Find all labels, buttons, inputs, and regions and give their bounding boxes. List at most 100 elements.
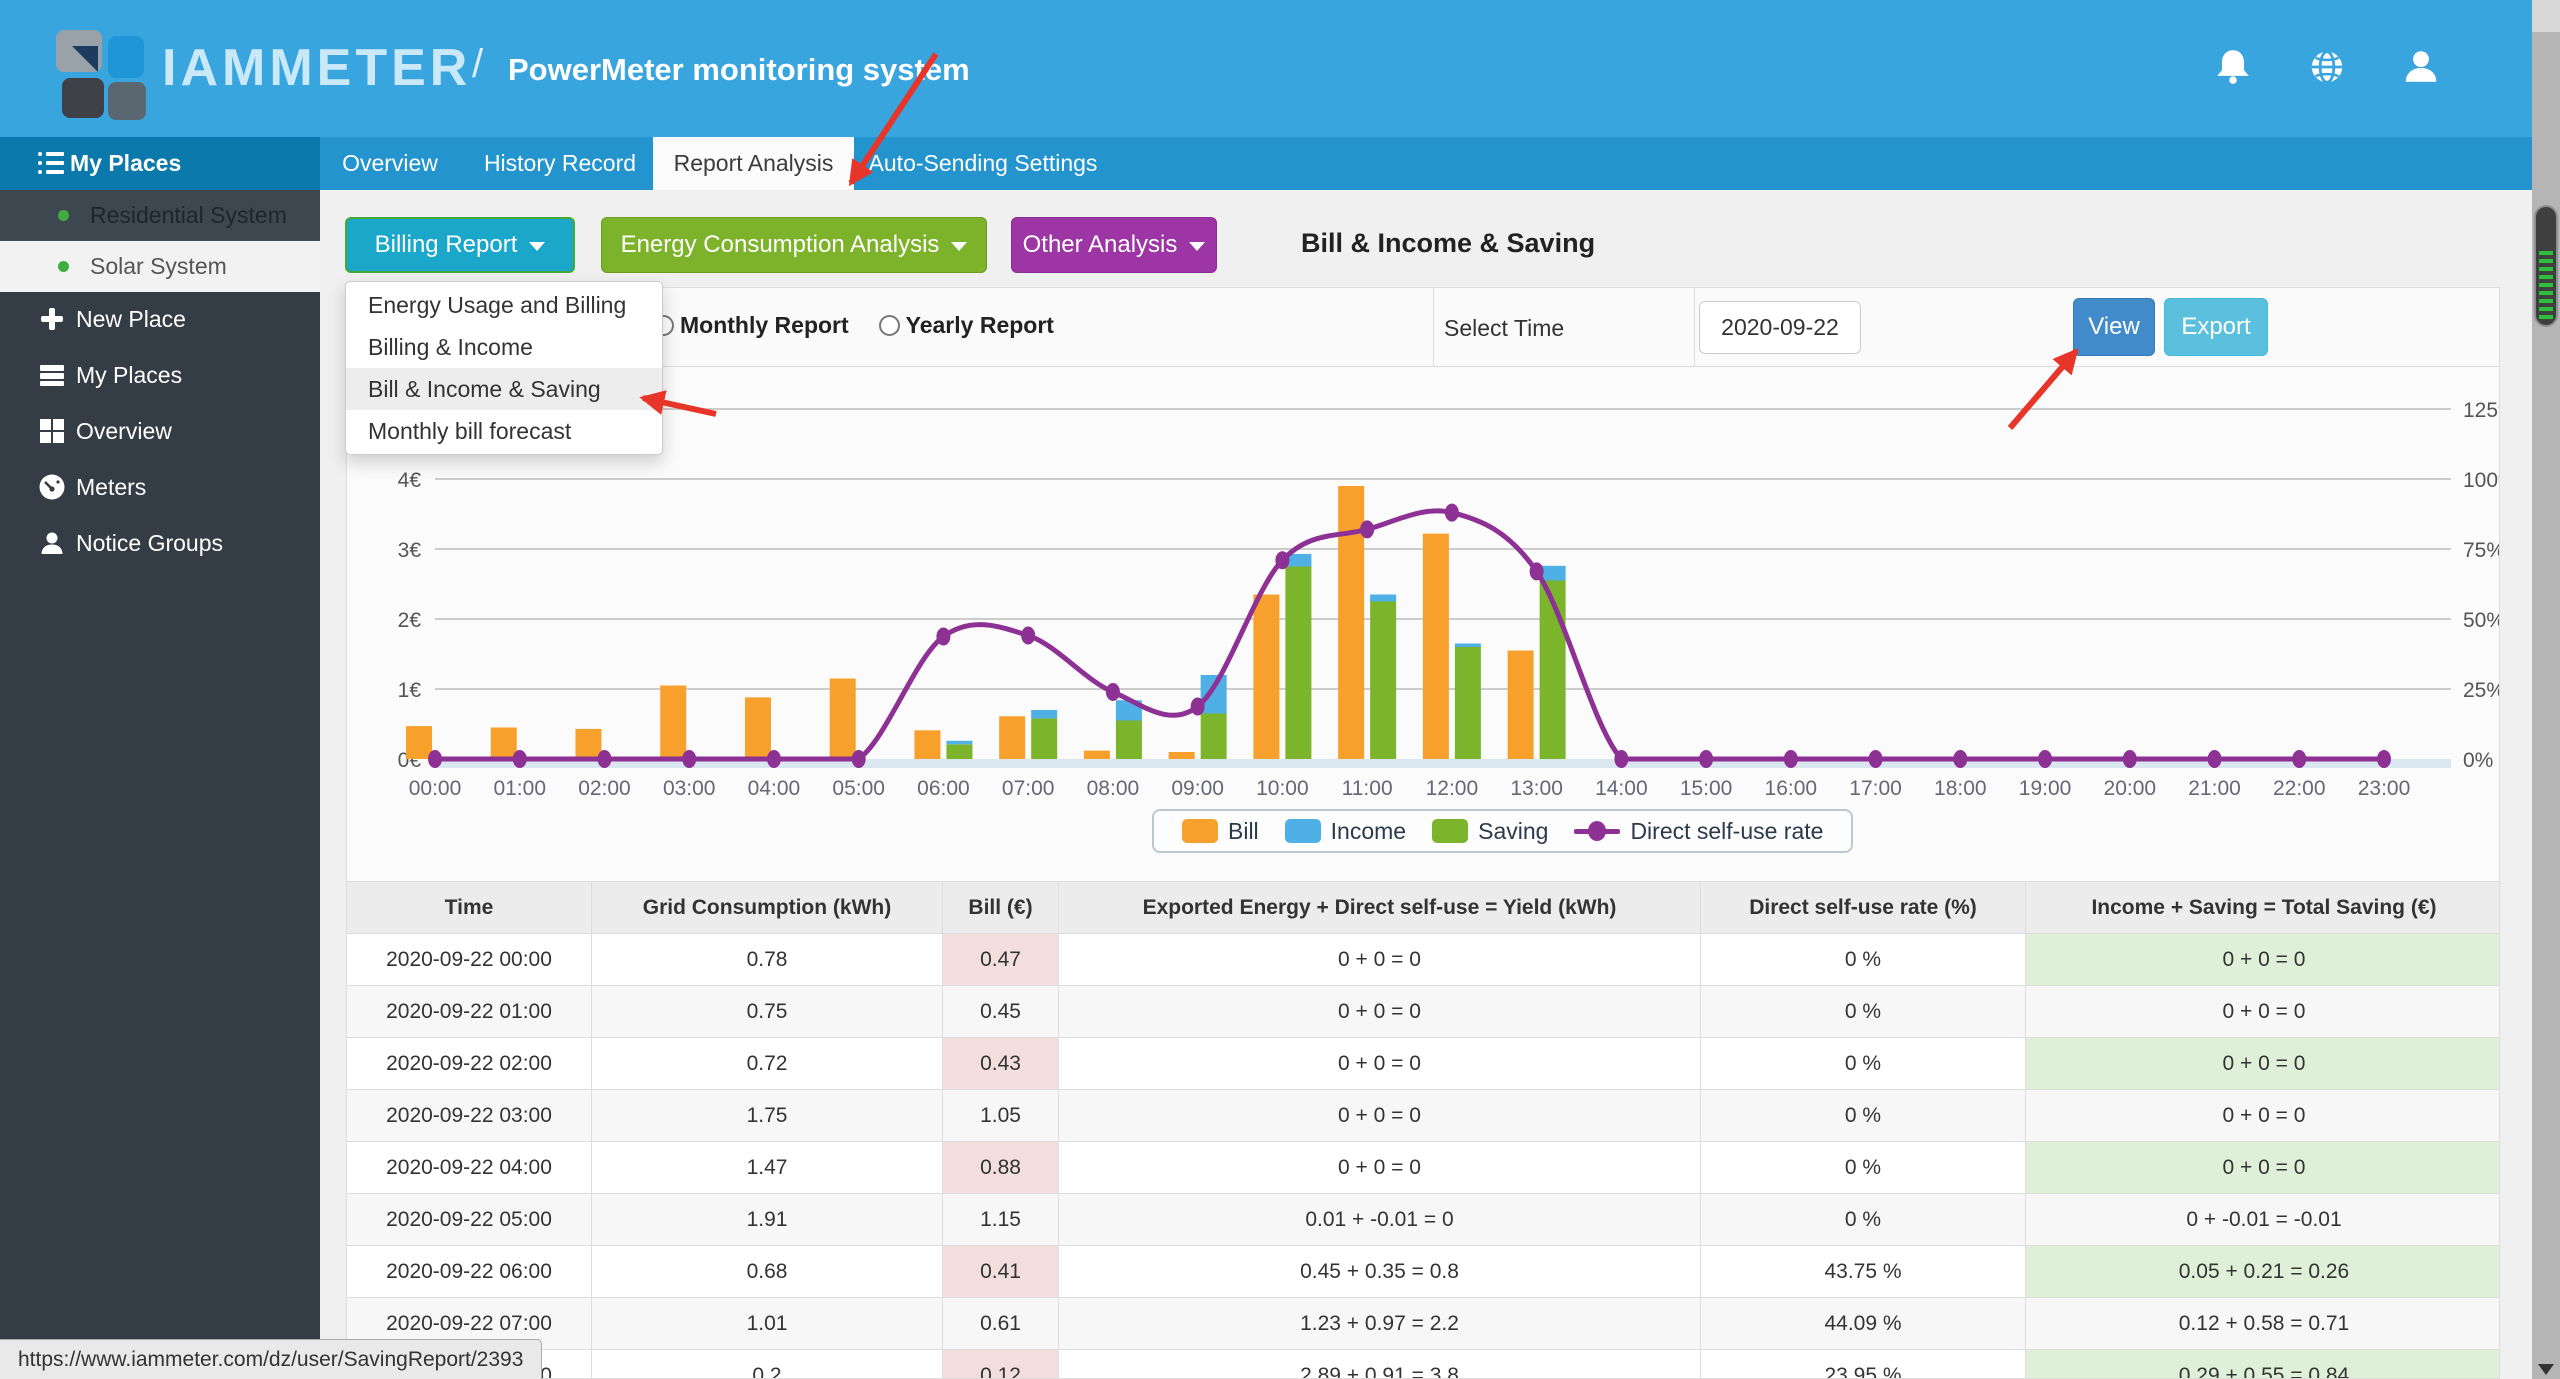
bar-bill <box>1508 651 1534 760</box>
line-point <box>1699 750 1713 768</box>
legend-item-direct-self-use-rate[interactable]: Direct self-use rate <box>1574 818 1823 845</box>
line-point <box>428 750 442 768</box>
legend-item-bill[interactable]: Bill <box>1182 818 1259 845</box>
sidebar-item-residential-system[interactable]: Residential System <box>0 190 320 241</box>
table-cell: 0 % <box>1701 1090 2026 1142</box>
svg-text:22:00: 22:00 <box>2273 777 2326 800</box>
svg-text:12:00: 12:00 <box>1426 777 1479 800</box>
app-root: IAMMETER / PowerMeter monitoring system <box>0 0 2560 1379</box>
table-header-cell: Income + Saving = Total Saving (€) <box>2026 882 2501 934</box>
svg-text:100%: 100% <box>2463 469 2500 492</box>
export-button[interactable]: Export <box>2164 298 2268 356</box>
energy-consumption-analysis-button[interactable]: Energy Consumption Analysis <box>601 217 987 273</box>
view-button[interactable]: View <box>2073 298 2155 356</box>
table-cell: 0.01 + -0.01 = 0 <box>1059 1194 1701 1246</box>
line-point <box>682 750 696 768</box>
tab-history-record[interactable]: History Record <box>475 137 645 190</box>
table-cell: 0 % <box>1701 1194 2026 1246</box>
date-input[interactable] <box>1699 301 1861 354</box>
svg-text:14:00: 14:00 <box>1595 777 1648 800</box>
legend-swatch <box>1182 819 1218 843</box>
status-dot <box>58 210 69 221</box>
legend-item-income[interactable]: Income <box>1285 818 1406 845</box>
top-header: IAMMETER / PowerMeter monitoring system <box>0 0 2532 137</box>
nav-bar: My Places Overview History Record Report… <box>0 137 2532 190</box>
other-analysis-button[interactable]: Other Analysis <box>1011 217 1217 273</box>
legend-label: Bill <box>1228 818 1259 845</box>
bar-bill <box>406 726 432 759</box>
line-point <box>1021 627 1035 645</box>
table-cell: 2020-09-22 01:00 <box>347 986 592 1038</box>
menu-item-energy-usage-and-billing[interactable]: Energy Usage and Billing <box>346 284 662 326</box>
legend-item-saving[interactable]: Saving <box>1432 818 1548 845</box>
table-cell: 1.15 <box>943 1194 1059 1246</box>
bar-saving <box>1455 647 1481 759</box>
bar-saving <box>1370 602 1396 760</box>
legend-line-swatch <box>1574 819 1620 843</box>
select-time-label: Select Time <box>1444 315 1564 342</box>
scrollbar-top-button[interactable] <box>2532 0 2560 32</box>
report-table: TimeGrid Consumption (kWh)Bill (€)Export… <box>346 881 2500 1379</box>
menu-item-monthly-bill-forecast[interactable]: Monthly bill forecast <box>346 410 662 452</box>
svg-text:05:00: 05:00 <box>832 777 885 800</box>
line-point <box>2208 750 2222 768</box>
sidebar-item-new-place[interactable]: New Place <box>0 291 320 347</box>
scrollbar-thumb[interactable] <box>2534 205 2558 327</box>
svg-text:09:00: 09:00 <box>1171 777 1224 800</box>
svg-text:01:00: 01:00 <box>493 777 546 800</box>
sidebar-item-solar-system[interactable]: Solar System <box>0 241 320 292</box>
yearly-report-radio[interactable] <box>879 315 900 336</box>
tab-report-analysis[interactable]: Report Analysis <box>653 137 854 190</box>
line-point <box>1614 750 1628 768</box>
menu-item-billing-and-income[interactable]: Billing & Income <box>346 326 662 368</box>
line-point <box>2038 750 2052 768</box>
sidebar-header[interactable]: My Places <box>0 137 320 190</box>
table-row: 2020-09-22 03:001.751.050 + 0 = 00 %0 + … <box>347 1090 2501 1142</box>
globe-icon[interactable] <box>2306 46 2348 88</box>
table-cell: 1.47 <box>592 1142 943 1194</box>
sidebar-item-notice-groups[interactable]: Notice Groups <box>0 515 320 571</box>
legend-swatch <box>1432 819 1468 843</box>
line-point <box>513 750 527 768</box>
table-cell: 1.75 <box>592 1090 943 1142</box>
sidebar-item-overview[interactable]: Overview <box>0 403 320 459</box>
table-cell: 0.88 <box>943 1142 1059 1194</box>
svg-text:75%: 75% <box>2463 539 2500 562</box>
page-title: PowerMeter monitoring system <box>508 52 970 88</box>
line-point <box>852 750 866 768</box>
table-cell: 2020-09-22 00:00 <box>347 934 592 986</box>
svg-text:23:00: 23:00 <box>2358 777 2411 800</box>
sidebar-item-meters[interactable]: Meters <box>0 459 320 515</box>
scroll-down-arrow-icon[interactable] <box>2538 1364 2554 1375</box>
menu-item-bill-income-saving[interactable]: Bill & Income & Saving <box>346 368 662 410</box>
line-point <box>936 628 950 646</box>
sidebar: Residential System Solar System New Plac… <box>0 190 320 1379</box>
bell-icon[interactable] <box>2212 46 2254 88</box>
bill-income-saving-chart: 0€1€2€3€4€0%25%50%75%100%125%00:0001:000… <box>361 391 2500 871</box>
billing-report-button[interactable]: Billing Report <box>345 217 575 273</box>
status-dot <box>58 261 69 272</box>
table-cell: 2020-09-22 04:00 <box>347 1142 592 1194</box>
table-cell: 0.12 <box>943 1350 1059 1379</box>
svg-text:18:00: 18:00 <box>1934 777 1987 800</box>
user-icon[interactable] <box>2400 46 2442 88</box>
svg-text:15:00: 15:00 <box>1680 777 1733 800</box>
tab-auto-sending-settings[interactable]: Auto-Sending Settings <box>868 137 1098 190</box>
bar-saving <box>1285 567 1311 760</box>
bar-bill <box>1253 595 1279 760</box>
scrollbar-track[interactable] <box>2532 0 2560 1379</box>
bar-bill <box>1338 486 1364 759</box>
svg-text:0%: 0% <box>2463 749 2493 772</box>
line-point <box>1191 698 1205 716</box>
table-row: 2020-09-22 08:000.20.122.89 + 0.91 = 3.8… <box>347 1350 2501 1379</box>
report-panel: Monthly Report Yearly Report Select Time… <box>346 287 2500 1379</box>
table-cell: 2020-09-22 03:00 <box>347 1090 592 1142</box>
sidebar-item-my-places[interactable]: My Places <box>0 347 320 403</box>
line-point <box>1106 683 1120 701</box>
table-cell: 2020-09-22 02:00 <box>347 1038 592 1090</box>
svg-text:21:00: 21:00 <box>2188 777 2241 800</box>
bar-bill <box>575 729 601 759</box>
svg-text:125%: 125% <box>2463 399 2500 422</box>
bar-bill <box>1169 752 1195 759</box>
tab-overview[interactable]: Overview <box>330 137 450 190</box>
